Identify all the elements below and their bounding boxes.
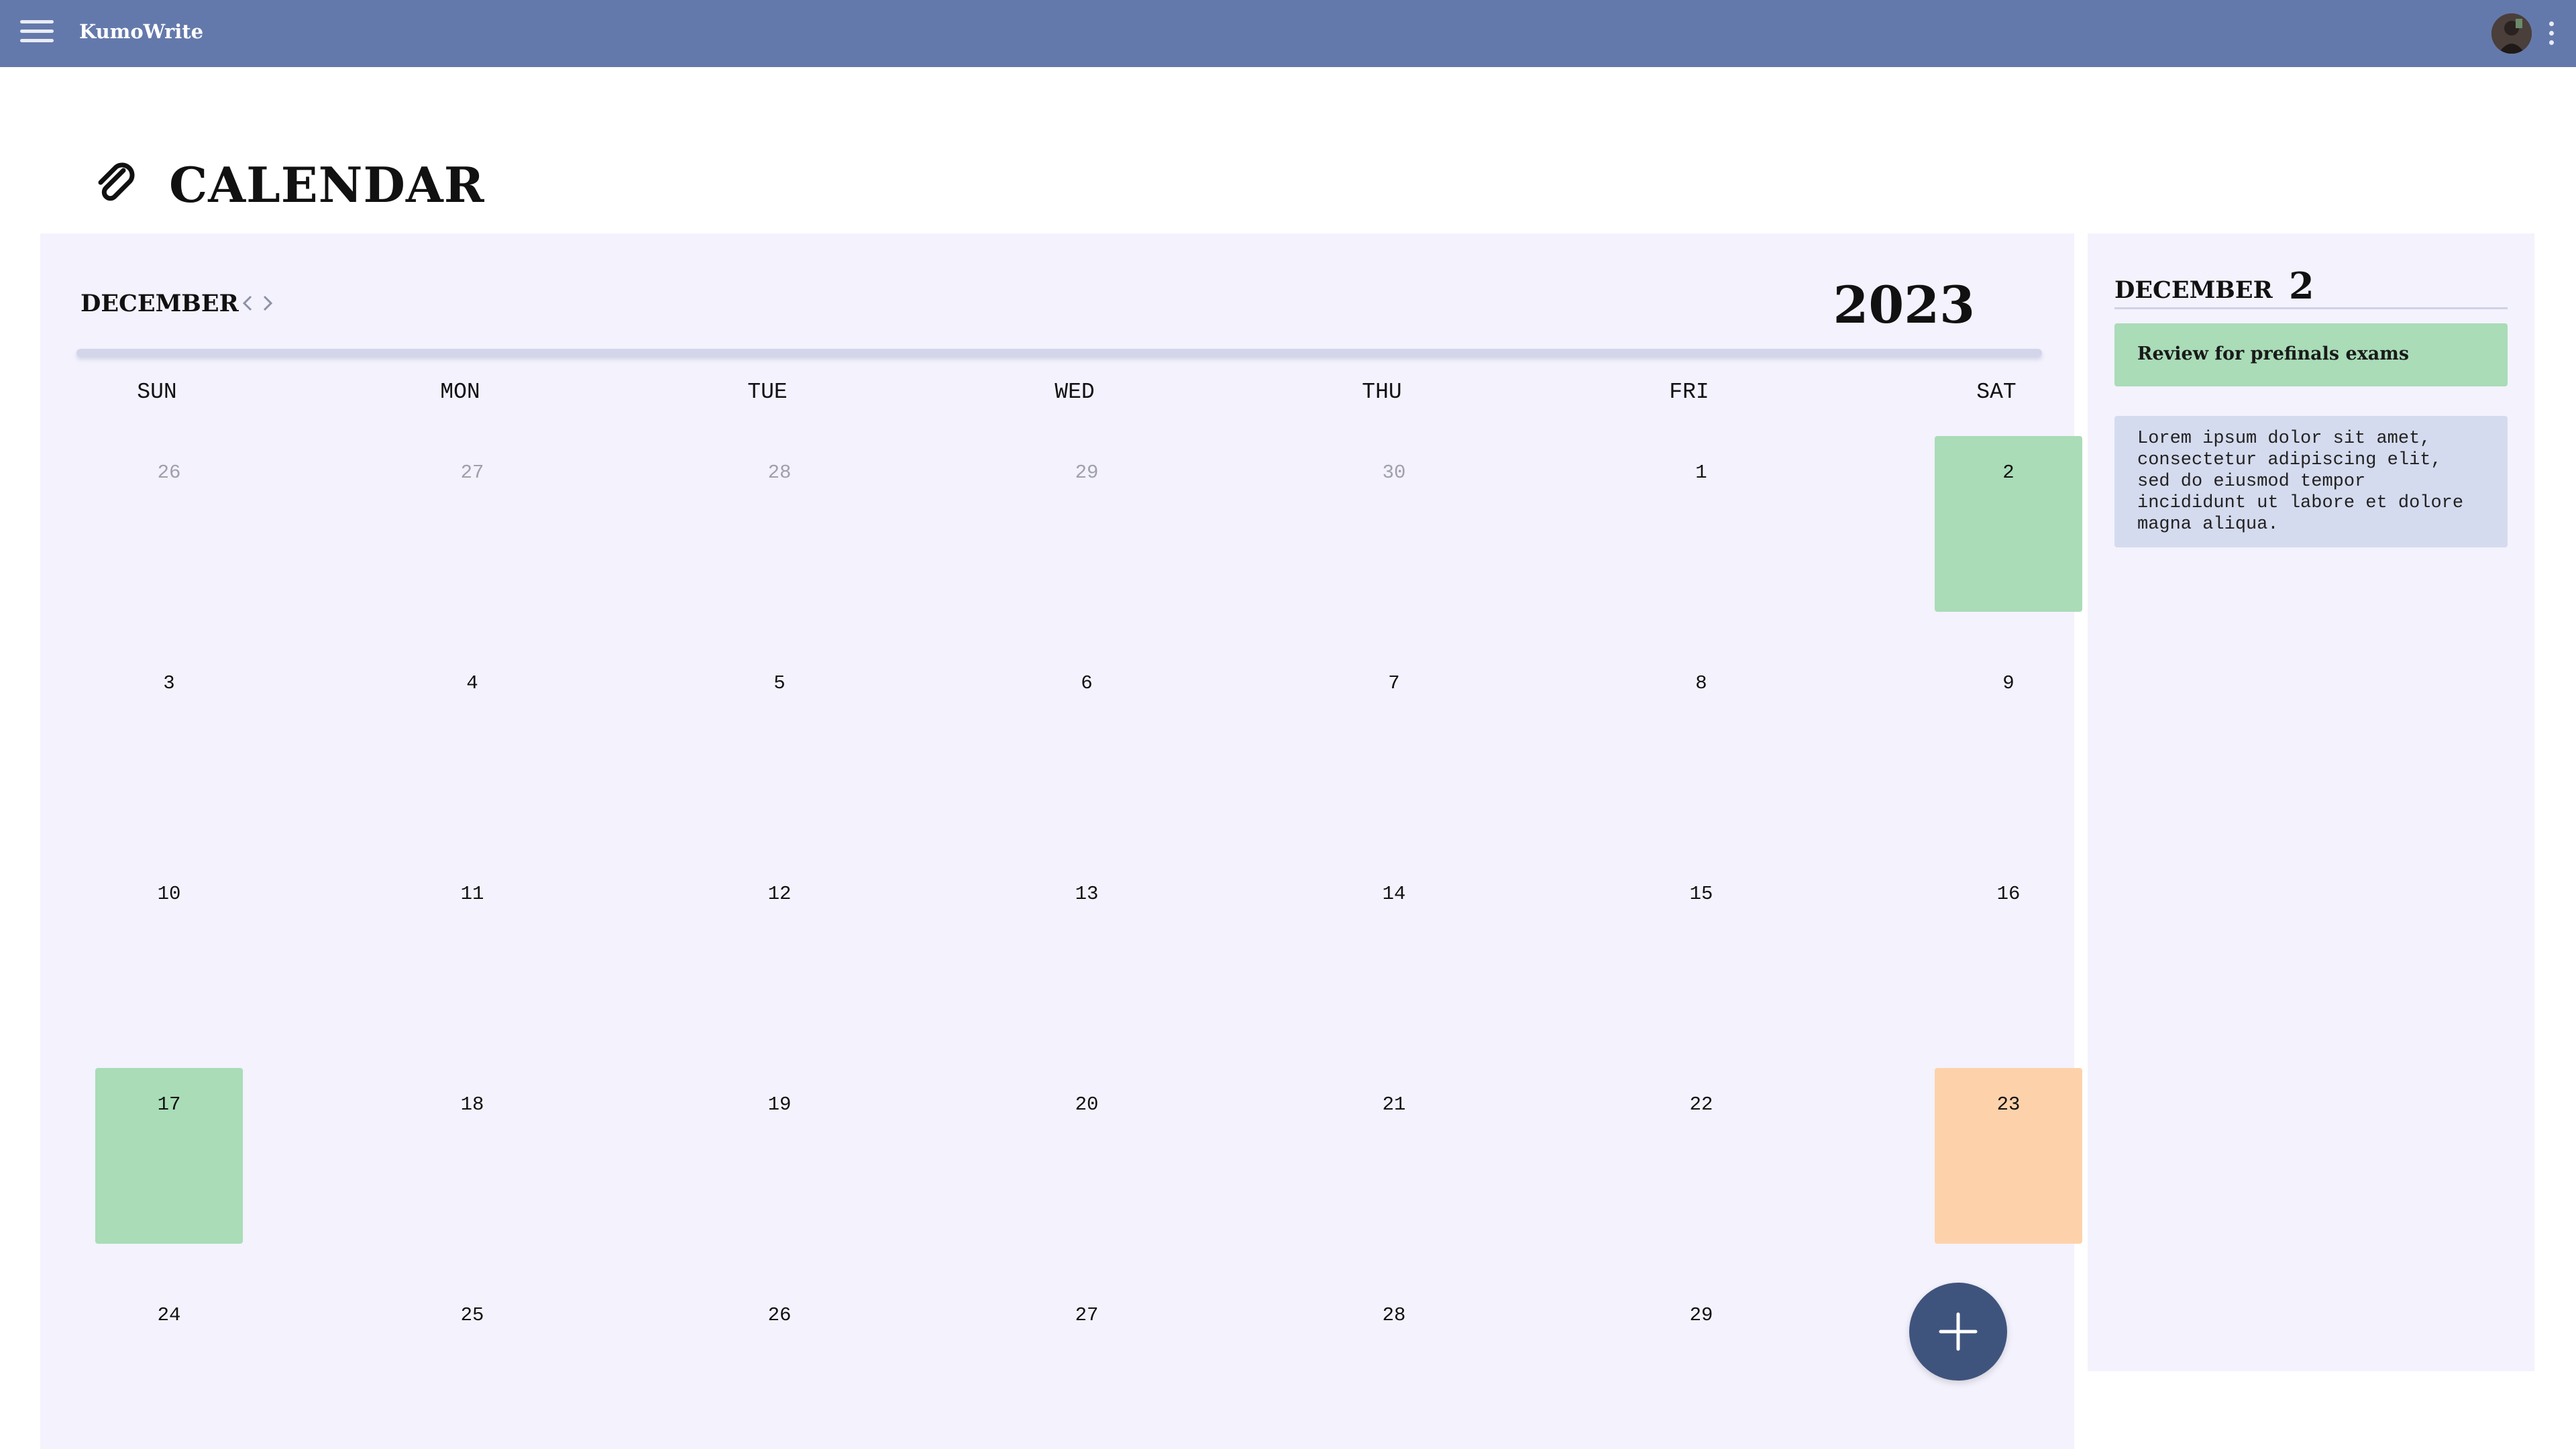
day-cell[interactable]: 24	[95, 1279, 243, 1449]
weekday-6: SAT	[1976, 380, 2017, 405]
calendar-panel: DECEMBER 2023 SUN MON TUE WED THU FRI SAT 26 27…	[40, 233, 2082, 1449]
day-cell[interactable]: 18	[398, 1068, 546, 1244]
weekday-4: THU	[1362, 380, 1402, 405]
day-number: 23	[1996, 1093, 2021, 1116]
hamburger-menu-icon[interactable]	[20, 19, 54, 44]
day-cell[interactable]: 20	[1013, 1068, 1161, 1244]
day-cell[interactable]: 30	[1320, 436, 1468, 612]
user-avatar[interactable]	[2491, 13, 2532, 54]
event-title: Review for prefinals exams	[2137, 343, 2410, 364]
day-number: 26	[157, 462, 181, 484]
day-cell[interactable]: 26	[95, 436, 243, 612]
day-number: 29	[1075, 462, 1099, 484]
selected-month-label: DECEMBER	[2114, 276, 2273, 304]
day-cell[interactable]: 23	[1935, 1068, 2082, 1244]
day-cell[interactable]: 15	[1627, 857, 1775, 1033]
day-number: 5	[773, 672, 786, 694]
day-cell[interactable]: 19	[706, 1068, 853, 1244]
day-number: 6	[1081, 672, 1093, 694]
day-cell[interactable]: 2	[1935, 436, 2082, 612]
day-cell[interactable]: 27	[398, 436, 546, 612]
header-divider	[76, 349, 2042, 357]
app-name: KumoWrite	[79, 20, 204, 43]
day-number: 11	[460, 883, 484, 905]
day-details-panel: DECEMBER 2 Review for prefinals exams Lo…	[2088, 233, 2534, 1371]
day-cell[interactable]: 12	[706, 857, 853, 1033]
add-event-button[interactable]	[1909, 1283, 2007, 1381]
day-number: 20	[1075, 1093, 1099, 1116]
day-number: 25	[460, 1304, 484, 1326]
day-cell[interactable]: 16	[1935, 857, 2082, 1033]
day-cell[interactable]: 7	[1320, 647, 1468, 822]
day-cell[interactable]: 22	[1627, 1068, 1775, 1244]
day-cell[interactable]: 10	[95, 857, 243, 1033]
weekday-3: WED	[1055, 380, 1095, 405]
day-number: 9	[2002, 672, 2015, 694]
day-number: 27	[1075, 1304, 1099, 1326]
day-number: 29	[1689, 1304, 1713, 1326]
day-cell[interactable]: 26	[706, 1279, 853, 1449]
chevron-left-icon[interactable]	[239, 291, 256, 315]
day-number: 22	[1689, 1093, 1713, 1116]
chevron-right-icon[interactable]	[259, 291, 276, 315]
day-number: 4	[466, 672, 478, 694]
day-number: 7	[1388, 672, 1400, 694]
day-cell[interactable]: 29	[1013, 436, 1161, 612]
day-number: 14	[1382, 883, 1406, 905]
day-number: 17	[157, 1093, 181, 1116]
day-cell[interactable]: 11	[398, 857, 546, 1033]
day-number: 1	[1695, 462, 1707, 484]
day-cell[interactable]: 29	[1627, 1279, 1775, 1449]
day-cell[interactable]: 13	[1013, 857, 1161, 1033]
weekday-0: SUN	[137, 380, 177, 405]
day-cell[interactable]: 6	[1013, 647, 1161, 822]
details-divider	[2114, 307, 2508, 309]
day-cell[interactable]: 1	[1627, 436, 1775, 612]
day-cell[interactable]: 17	[95, 1068, 243, 1244]
day-number: 16	[1996, 883, 2021, 905]
weekday-1: MON	[440, 380, 480, 405]
day-cell[interactable]: 4	[398, 647, 546, 822]
day-number: 28	[1382, 1304, 1406, 1326]
day-number: 15	[1689, 883, 1713, 905]
day-number: 24	[157, 1304, 181, 1326]
day-number: 30	[1382, 462, 1406, 484]
day-cell[interactable]: 5	[706, 647, 853, 822]
day-number: 3	[163, 672, 175, 694]
year-label: 2023	[1833, 275, 1975, 335]
selected-day-label: 2	[2289, 264, 2314, 307]
event-note: Lorem ipsum dolor sit amet, consectetur …	[2114, 416, 2508, 547]
day-cell[interactable]: 9	[1935, 647, 2082, 822]
day-cell[interactable]: 21	[1320, 1068, 1468, 1244]
day-number: 27	[460, 462, 484, 484]
more-options-icon[interactable]	[2546, 20, 2556, 47]
month-label: DECEMBER	[80, 290, 239, 317]
day-number: 28	[767, 462, 792, 484]
day-number: 13	[1075, 883, 1099, 905]
page-header: CALENDAR	[93, 154, 485, 215]
day-number: 18	[460, 1093, 484, 1116]
event-card[interactable]: Review for prefinals exams	[2114, 323, 2508, 386]
day-number: 21	[1382, 1093, 1406, 1116]
day-cell[interactable]: 27	[1013, 1279, 1161, 1449]
top-app-bar: KumoWrite	[0, 0, 2576, 67]
page-title: CALENDAR	[169, 156, 485, 213]
day-number: 26	[767, 1304, 792, 1326]
day-cell[interactable]: 28	[706, 436, 853, 612]
weekday-5: FRI	[1669, 380, 1709, 405]
day-cell[interactable]: 8	[1627, 647, 1775, 822]
day-number: 8	[1695, 672, 1707, 694]
day-number: 2	[2002, 462, 2015, 484]
day-number: 19	[767, 1093, 792, 1116]
day-number: 10	[157, 883, 181, 905]
event-note-text: Lorem ipsum dolor sit amet, consectetur …	[2137, 429, 2464, 535]
day-cell[interactable]: 14	[1320, 857, 1468, 1033]
paperclip-icon	[98, 162, 135, 201]
weekday-2: TUE	[747, 380, 788, 405]
day-cell[interactable]: 28	[1320, 1279, 1468, 1449]
day-cell[interactable]: 25	[398, 1279, 546, 1449]
plus-icon	[1939, 1312, 1978, 1351]
day-number: 12	[767, 883, 792, 905]
day-cell[interactable]: 3	[95, 647, 243, 822]
